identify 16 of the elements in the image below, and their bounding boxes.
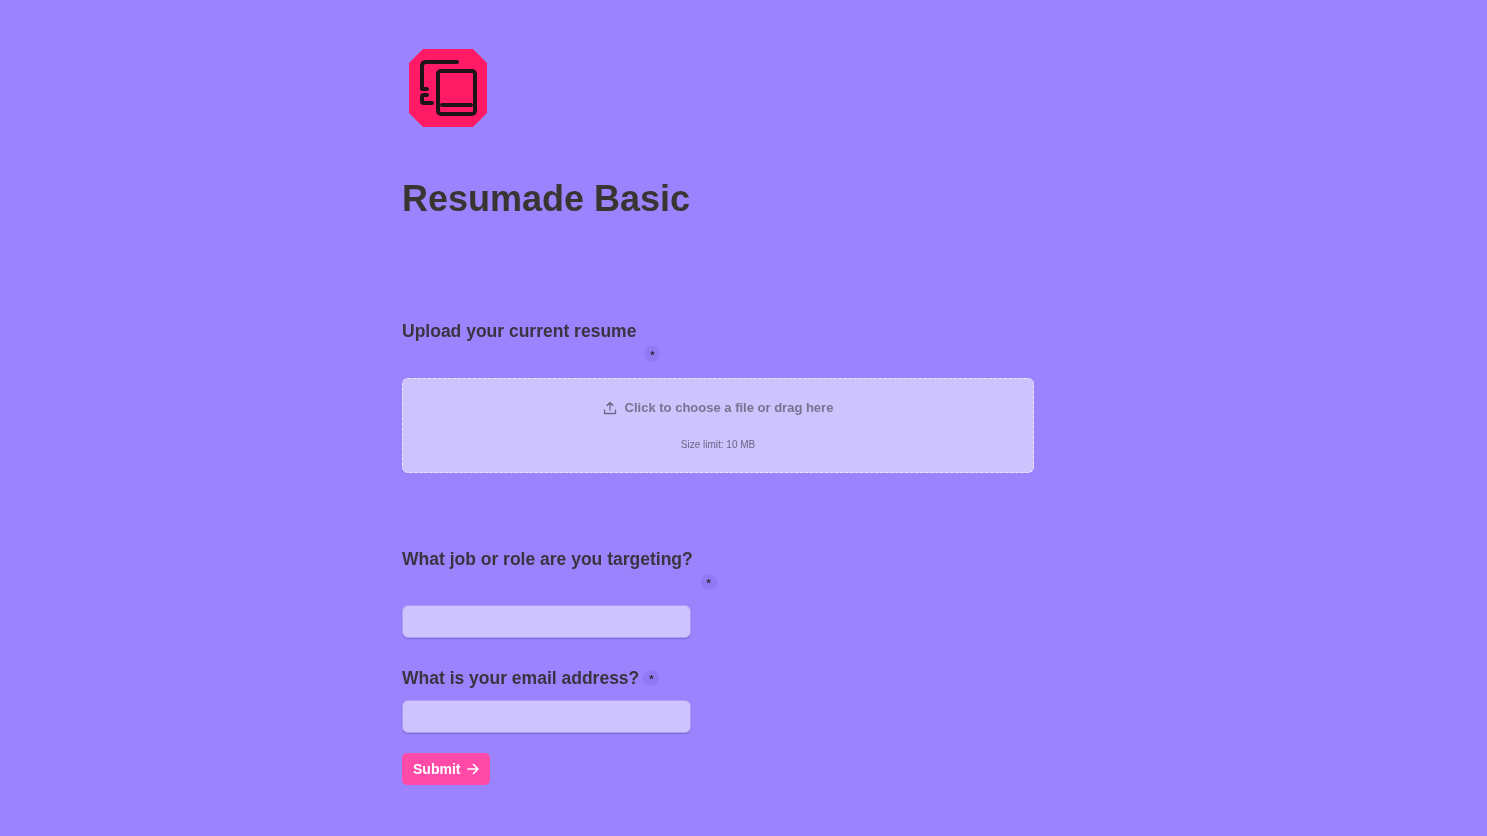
form-title: Resumade Basic (402, 177, 691, 221)
size-limit-note: Size limit: 10 MB (680, 438, 756, 452)
question-label: Upload your current resume (402, 320, 637, 343)
required-mark: * (643, 670, 660, 686)
upload-icon (602, 401, 617, 415)
logo-icon (409, 49, 487, 127)
required-mark: * (700, 574, 717, 590)
file-drop-zone[interactable]: Click to choose a file or drag here Size limit: 10 MB (402, 378, 1034, 473)
text-input-field[interactable] (402, 605, 691, 638)
arrow-right-icon (467, 763, 480, 775)
question-label: What is your email address? (402, 667, 640, 690)
required-mark: * (644, 346, 661, 362)
email-input-field[interactable] (402, 700, 691, 733)
drop-zone-prompt: Click to choose a file or drag here (624, 400, 834, 416)
submit-button[interactable]: Submit (402, 753, 491, 785)
question-label: What job or role are you targeting? (402, 548, 693, 571)
